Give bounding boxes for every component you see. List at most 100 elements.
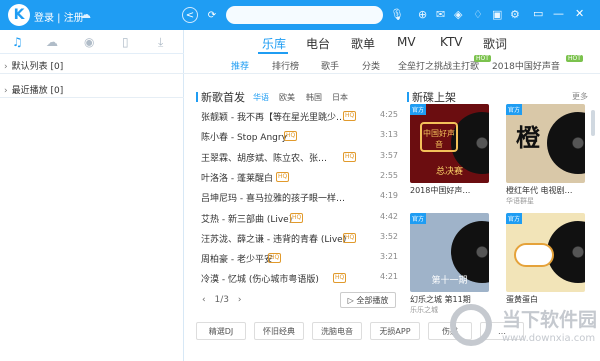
watermark-url: www.downxia.com (502, 333, 596, 344)
game-icon[interactable]: ◈ (454, 8, 462, 21)
album-card[interactable]: 官方 第十一期 幻乐之城 第11期 乐乐之城 (410, 213, 489, 315)
song-row[interactable]: 周柏豪 - 老少平安 HQ 3:21 (198, 251, 398, 266)
song-title[interactable]: 张靓颖 - 我不再【等在星光里跳少… (201, 110, 345, 123)
song-title[interactable]: 陈小春 - Stop Angry (201, 130, 287, 143)
voice-of-china-logo: 中国好声音 (420, 122, 458, 152)
kugou-logo-icon: K (8, 4, 30, 26)
song-row[interactable]: 叶洛洛 - 蓬莱醒白 HQ 2:55 (198, 170, 398, 185)
playlist-default[interactable]: › 默认列表 [0] (4, 59, 63, 72)
filter-korean[interactable]: 韩国 (306, 92, 322, 103)
section-title-new-songs: 新歌首发 (201, 91, 245, 104)
hq-badge: HQ (343, 111, 357, 121)
tag-button[interactable]: 洗脑电音 (312, 322, 362, 340)
tab-playlists[interactable]: 歌单 (351, 35, 375, 52)
prev-page-icon[interactable]: ‹ (202, 295, 206, 305)
message-icon[interactable]: ✉ (436, 8, 445, 21)
album-cover: 官方 中国好声音 总决赛 (410, 104, 489, 183)
song-title[interactable]: 冷漠 - 忆城 (伤心城市粤语版) (201, 272, 319, 285)
album-card[interactable]: 官方 橙 橙红年代 电视剧… 华语群星 (506, 104, 585, 206)
next-page-icon[interactable]: › (238, 295, 242, 305)
microphone-icon[interactable]: 🎙 (390, 8, 404, 21)
album-name[interactable]: 橙红年代 电视剧… (506, 185, 585, 196)
close-icon[interactable]: ✕ (575, 7, 584, 20)
song-duration: 3:52 (380, 231, 398, 241)
tag-button[interactable]: 怀旧经典 (254, 322, 304, 340)
mini-mode-icon[interactable]: ▭ (533, 7, 543, 20)
tab-mv[interactable]: MV (397, 35, 416, 49)
song-row[interactable]: 陈小春 - Stop Angry HQ 3:13 (198, 129, 398, 144)
hq-badge: HQ (333, 273, 347, 284)
filter-japanese[interactable]: 日本 (332, 92, 348, 103)
target-icon[interactable]: ⊕ (418, 8, 427, 21)
cloud-icon[interactable]: ☁ (80, 8, 91, 21)
subtab-singers[interactable]: 歌手 (321, 59, 339, 72)
settings-icon[interactable]: ⚙ (510, 8, 520, 21)
album-card[interactable]: 官方 蛋黄蛋白 (506, 213, 585, 305)
song-title[interactable]: 吕坤尼玛 - 喜马拉雅的孩子眼一样… (201, 191, 345, 204)
tab-lyrics[interactable]: 歌词 (483, 35, 507, 52)
hq-badge: HQ (343, 232, 357, 243)
hq-badge: HQ (276, 171, 290, 182)
song-title[interactable]: 艾热 - 新三部曲 (Live) (201, 212, 292, 225)
section-marker (196, 92, 198, 102)
song-duration: 3:57 (380, 150, 398, 160)
subtab-recommend[interactable]: 推荐 (231, 59, 249, 72)
tab-radio[interactable]: 电台 (306, 35, 330, 52)
subtab-voice-of-china[interactable]: 2018中国好声音 (492, 59, 560, 72)
tag-button[interactable]: 精選DJ (196, 322, 246, 340)
hot-badge: HOT (566, 55, 583, 62)
song-duration: 4:19 (380, 191, 398, 201)
minimize-icon[interactable]: — (553, 7, 564, 20)
active-tab-indicator (258, 52, 288, 54)
skin-icon[interactable]: ♢ (473, 8, 483, 21)
song-duration: 4:25 (380, 110, 398, 119)
more-link[interactable]: 更多 (572, 91, 588, 102)
cloud-icon[interactable]: ☁ (46, 35, 58, 49)
album-card[interactable]: 官方 中国好声音 总决赛 2018中国好声… (410, 104, 489, 196)
refresh-button[interactable]: ⟳ (204, 7, 220, 23)
song-row[interactable]: 王翠霖、胡彦斌、陈立农、张… HQ 3:57 (198, 150, 398, 165)
playlist-recent[interactable]: › 最近播放 [0] (4, 83, 63, 96)
section-title-new-albums: 新碟上架 (412, 91, 456, 104)
calligraphy-title-icon: 橙 (516, 124, 540, 152)
album-cover-text: 总决赛 (435, 167, 463, 177)
page-indicator: 1/3 (214, 295, 229, 305)
song-row[interactable]: 冷漠 - 忆城 (伤心城市粤语版) HQ 4:21 (198, 271, 398, 286)
play-all-button[interactable]: ▷ 全部播放 (340, 292, 396, 308)
song-duration: 3:13 (380, 130, 398, 140)
radio-icon[interactable]: ◉ (84, 35, 94, 49)
search-input[interactable] (226, 6, 383, 24)
song-row[interactable]: 汪苏泷、薛之谦 - 违背的青春 (Live) HQ 3:52 (198, 231, 398, 246)
song-title[interactable]: 周柏豪 - 老少平安 (201, 252, 273, 265)
scrollbar[interactable] (591, 110, 595, 136)
device-icon[interactable]: ▯ (122, 35, 129, 49)
download-icon[interactable]: ⤓ (158, 35, 163, 50)
back-button[interactable]: < (182, 7, 198, 23)
hq-badge: HQ (268, 253, 282, 264)
hot-badge: HOT (474, 55, 491, 62)
song-title[interactable]: 汪苏泷、薛之谦 - 违背的青春 (Live) (201, 232, 346, 245)
login-register-link[interactable]: 登录 | 注册 (34, 9, 84, 24)
tab-ktv[interactable]: KTV (440, 35, 462, 49)
song-row[interactable]: 艾热 - 新三部曲 (Live) HQ 4:42 (198, 211, 398, 226)
subtab-categories[interactable]: 分类 (362, 59, 380, 72)
subtab-charts[interactable]: 排行榜 (272, 59, 299, 72)
subtab-event[interactable]: 全垒打之挑战主打歌 (398, 59, 479, 72)
divider (184, 73, 600, 74)
watermark-name: 当下软件园 (502, 309, 598, 331)
album-name[interactable]: 2018中国好声… (410, 185, 489, 196)
song-row[interactable]: 张靓颖 - 我不再【等在星光里跳少… HQ 4:25 (198, 109, 398, 124)
sidebar: ♫ ☁ ◉ ▯ ⤓ › 默认列表 [0] › 最近播放 [0] (0, 30, 184, 361)
box-icon[interactable]: ▣ (492, 8, 502, 21)
album-cover: 官方 第十一期 (410, 213, 489, 292)
song-duration: 4:21 (380, 272, 398, 282)
song-row[interactable]: 吕坤尼玛 - 喜马拉雅的孩子眼一样… 4:19 (198, 190, 398, 205)
divider (0, 97, 184, 98)
filter-chinese[interactable]: 华语 (253, 92, 269, 103)
song-title[interactable]: 王翠霖、胡彦斌、陈立农、张… (201, 151, 327, 164)
tab-library[interactable]: 乐库 (262, 35, 286, 52)
filter-western[interactable]: 欧美 (279, 92, 295, 103)
song-title[interactable]: 叶洛洛 - 蓬莱醒白 (201, 171, 273, 184)
music-note-icon[interactable]: ♫ (12, 35, 23, 49)
tag-button[interactable]: 无损APP (370, 322, 420, 340)
